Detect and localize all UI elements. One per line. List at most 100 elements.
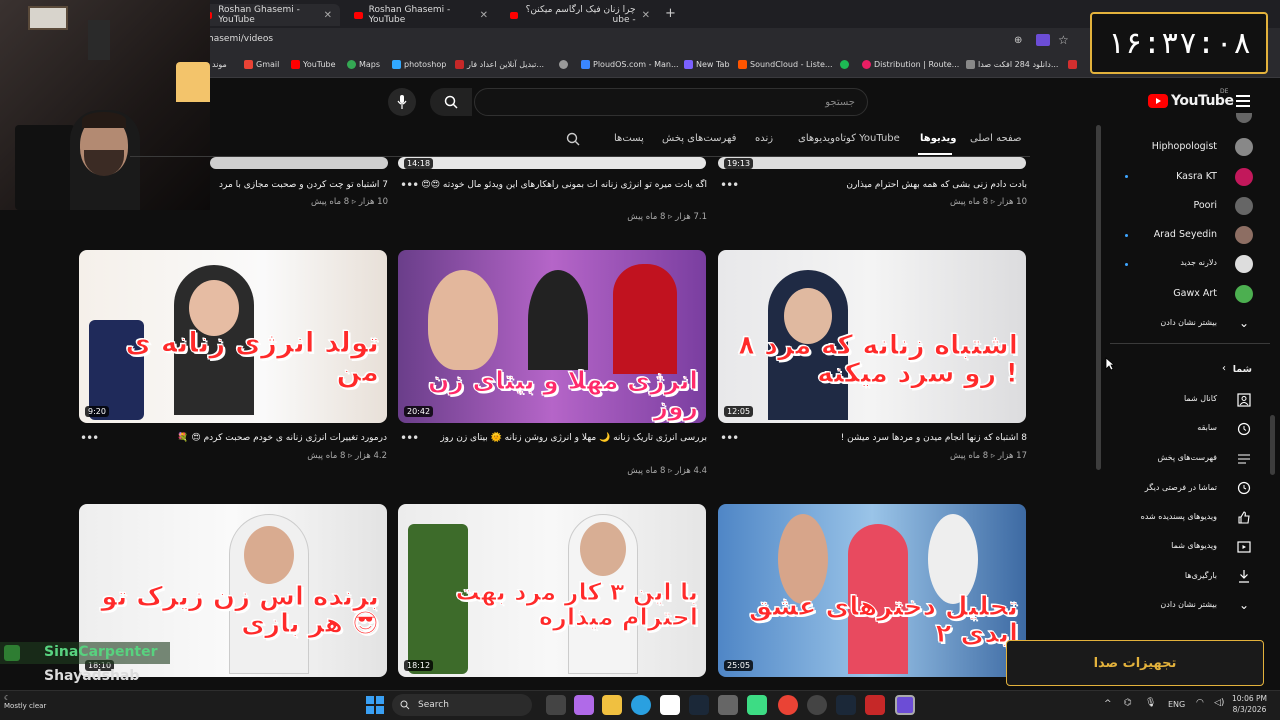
search-input[interactable]: جستجو [474, 88, 868, 116]
bookmark-star-icon[interactable]: ☆ [1058, 33, 1069, 47]
volume-icon[interactable]: ◁) [1214, 698, 1224, 708]
tray-overflow-icon[interactable]: ^ [1104, 699, 1112, 709]
url-field[interactable]: hasemi/videos [208, 34, 273, 44]
video-thumbnail[interactable]: تولد انرژی زنانه ی من 9:20 [79, 250, 387, 423]
bookmark-item[interactable] [1068, 60, 1077, 69]
app-icon[interactable] [836, 695, 856, 715]
bookmark-item[interactable] [559, 60, 568, 69]
app-icon[interactable] [718, 695, 738, 715]
app-icon[interactable] [807, 695, 827, 715]
subscription-item[interactable]: Gawx Art [1173, 288, 1217, 299]
taskbar-search[interactable]: Search [392, 694, 532, 716]
browser-tab[interactable]: چرا زنان فیک ارگاسم میکنن؟ - ube ✕ [502, 4, 658, 26]
bookmark-gmail[interactable]: Gmail [244, 60, 279, 69]
bookmark-photoshop[interactable]: photoshop [392, 60, 446, 69]
content-scrollbar[interactable] [1096, 125, 1101, 470]
taskbar-clock[interactable]: 10:06 PM 8/3/2026 [1232, 694, 1267, 715]
channel-avatar[interactable] [1235, 285, 1253, 303]
subscription-item[interactable]: Arad Seyedin [1154, 229, 1217, 240]
show-more-subscriptions[interactable]: بیشتر نشان دادن [1160, 318, 1217, 327]
zoom-icon[interactable]: ⊕ [1014, 35, 1022, 46]
bookmark-ploudos[interactable]: PloudOS.com - Man... [581, 60, 679, 69]
channel-search-button[interactable] [566, 131, 580, 150]
task-view-icon[interactable] [546, 695, 566, 715]
channel-avatar[interactable] [1235, 168, 1253, 186]
video-title[interactable]: درمورد تغییرات انرژی زنانه ی خودم صحبت ک… [100, 432, 387, 445]
tab-playlists[interactable]: فهرست‌های پخش [662, 133, 736, 144]
sidebar-item-your-videos[interactable]: ویدیوهای شما [1171, 541, 1217, 550]
sidebar-item-downloads[interactable]: بارگیری‌ها [1185, 571, 1217, 580]
bookmark-new-tab[interactable]: New Tab [684, 60, 730, 69]
search-button[interactable] [430, 88, 472, 116]
bookmark-youtube[interactable]: YouTube [291, 60, 336, 69]
close-tab-icon[interactable]: ✕ [480, 10, 488, 21]
video-thumbnail[interactable] [210, 157, 388, 169]
sidebar-item-your-channel[interactable]: کانال شما [1184, 394, 1217, 403]
more-options-icon[interactable]: ••• [720, 178, 739, 192]
sidebar-item-watch-later[interactable]: تماشا در فرصتی دیگر [1145, 483, 1217, 492]
bookmark-item[interactable]: دانلود 284 افکت صدا... [966, 60, 1058, 69]
more-options-icon[interactable]: ••• [80, 431, 99, 445]
video-thumbnail[interactable]: 14:18 [398, 157, 706, 169]
avatar[interactable] [1236, 113, 1252, 123]
tab-shorts[interactable]: کوتاه‌ویدیوهای YouTube [798, 133, 900, 144]
bookmark-distribution[interactable]: Distribution | Route... [862, 60, 959, 69]
tab-posts[interactable]: پست‌ها [614, 133, 644, 144]
bookmark-item[interactable]: تبدیل آنلاین اعداد فار... [455, 60, 544, 69]
channel-avatar[interactable] [1235, 226, 1253, 244]
subscription-item[interactable]: Hiphopologist [1152, 141, 1217, 152]
bookmark-spotify[interactable] [840, 60, 849, 69]
edge-icon[interactable] [631, 695, 651, 715]
channel-avatar[interactable] [1235, 138, 1253, 156]
sidebar-item-playlists[interactable]: فهرست‌های پخش [1157, 453, 1217, 462]
bookmark-maps[interactable]: Maps [347, 60, 380, 69]
video-thumbnail[interactable]: ۸ اشتباه زنانه که مرد رو سرد میکنه ! 12:… [718, 250, 1026, 423]
tab-live[interactable]: زنده [755, 133, 773, 144]
chevron-down-icon[interactable]: ⌄ [1235, 596, 1253, 614]
bookmark-item[interactable]: موند [212, 60, 227, 69]
tab-videos[interactable]: ویدیوها [920, 133, 956, 144]
channel-avatar[interactable] [1235, 255, 1253, 273]
app-icon-active[interactable] [895, 695, 915, 715]
voice-search-button[interactable] [388, 88, 416, 116]
store-icon[interactable] [660, 695, 680, 715]
sidebar-item-history[interactable]: سابقه [1197, 423, 1217, 432]
close-tab-icon[interactable]: ✕ [642, 10, 650, 21]
you-section-header[interactable]: شما [1233, 364, 1252, 375]
language-indicator[interactable]: ENG [1168, 700, 1185, 709]
close-tab-icon[interactable]: ✕ [324, 10, 332, 21]
video-title[interactable]: 7 اشتباه تو چت کردن و صحبت مجازی با مرد [210, 179, 388, 192]
tab-home[interactable]: صفحه اصلی [970, 133, 1021, 144]
more-options-icon[interactable]: ••• [400, 178, 419, 192]
app-icon[interactable] [865, 695, 885, 715]
video-title[interactable]: بادت دادم زنی بشی که همه بهش احترام میذا… [740, 179, 1027, 192]
subscription-item[interactable]: Kasra KT [1176, 171, 1217, 182]
video-title[interactable]: بررسی انرژی تاریک زنانه 🌙 مهلا و انرژی ر… [420, 432, 707, 445]
more-options-icon[interactable]: ••• [400, 431, 419, 445]
video-title[interactable]: 8 اشتباه که زنها انجام میدن و مردها سرد … [740, 432, 1027, 445]
video-title[interactable]: اگه یادت میره تو انرژی زنانه ات بمونی را… [420, 179, 707, 192]
extension-icon[interactable] [1036, 34, 1050, 46]
more-options-icon[interactable]: ••• [720, 431, 739, 445]
sidebar-scrollbar[interactable] [1270, 415, 1275, 475]
microphone-icon[interactable]: 🎙 [1145, 698, 1156, 708]
chrome-icon[interactable] [778, 695, 798, 715]
channel-avatar[interactable] [1235, 197, 1253, 215]
menu-icon[interactable] [1236, 95, 1250, 107]
network-icon[interactable]: ⌬ [1124, 698, 1132, 708]
browser-tab[interactable]: Roshan Ghasemi - YouTube ✕ [346, 4, 496, 26]
video-thumbnail[interactable]: انرژی مهلا و بیتای زن روز 20:42 [398, 250, 706, 423]
weather-widget[interactable]: ☾ Mostly clear [4, 694, 46, 711]
steam-icon[interactable] [689, 695, 709, 715]
video-thumbnail[interactable]: 19:13 [718, 157, 1026, 169]
windows-start-icon[interactable] [366, 696, 384, 714]
wifi-icon[interactable]: ◠ [1196, 698, 1204, 708]
subscription-item[interactable]: دلارنه جدید [1180, 258, 1217, 267]
bookmark-soundcloud[interactable]: SoundCloud - Liste... [738, 60, 833, 69]
new-tab-button[interactable]: + [665, 6, 676, 21]
subscription-item[interactable]: Poori [1193, 200, 1217, 211]
copilot-icon[interactable] [574, 695, 594, 715]
browser-tab-active[interactable]: Roshan Ghasemi - YouTube ✕ [196, 4, 340, 26]
youtube-logo[interactable]: YouTube [1148, 93, 1234, 109]
file-explorer-icon[interactable] [602, 695, 622, 715]
